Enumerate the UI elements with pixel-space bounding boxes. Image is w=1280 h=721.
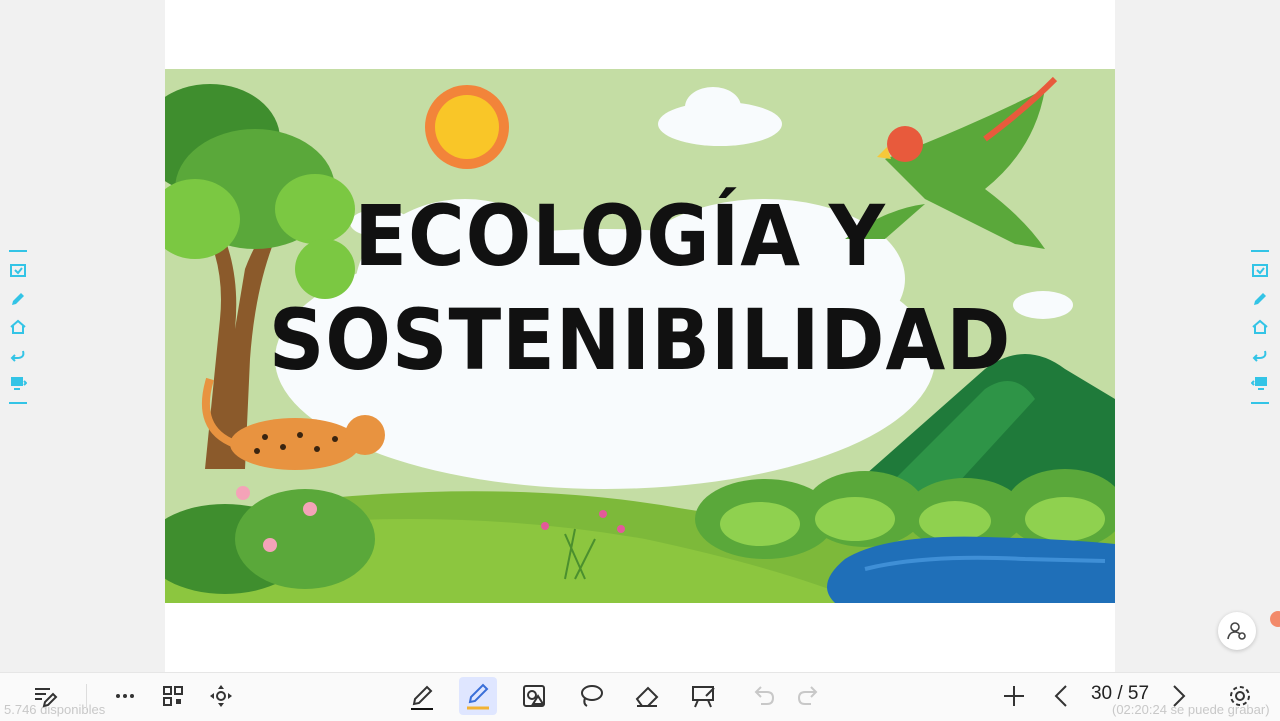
qr-code-icon xyxy=(163,686,183,706)
floating-record-dot[interactable] xyxy=(1270,611,1280,627)
previous-page-button[interactable] xyxy=(1044,678,1080,714)
pen-tool[interactable] xyxy=(404,678,440,714)
menu-divider xyxy=(9,402,27,404)
gear-icon xyxy=(1230,686,1250,706)
back-icon[interactable] xyxy=(9,346,27,364)
notes-edit-icon xyxy=(35,688,58,708)
move-button[interactable] xyxy=(203,678,239,714)
toolbar-separator xyxy=(86,684,87,710)
redo-icon xyxy=(797,686,818,705)
menu-divider xyxy=(1251,250,1269,252)
eraser-icon xyxy=(635,686,659,707)
more-dots-icon xyxy=(116,694,134,698)
shapes-icon xyxy=(523,685,545,707)
screen-icon[interactable] xyxy=(1251,374,1269,392)
lasso-tool[interactable] xyxy=(573,678,609,714)
menu-divider xyxy=(9,250,27,252)
pencil-icon xyxy=(411,685,433,710)
more-button[interactable] xyxy=(107,678,143,714)
user-gear-icon xyxy=(1227,622,1246,640)
slide-title-line1: ECOLOGÍA Y xyxy=(354,187,886,285)
pen-icon[interactable] xyxy=(1251,290,1269,308)
board-tool[interactable] xyxy=(686,678,722,714)
left-side-menu xyxy=(9,250,27,404)
back-icon[interactable] xyxy=(1251,346,1269,364)
settings-button[interactable] xyxy=(1222,678,1258,714)
undo-icon xyxy=(754,686,775,705)
right-side-menu xyxy=(1251,250,1269,404)
chevron-right-icon xyxy=(1173,685,1186,707)
move-arrows-icon xyxy=(210,685,232,707)
slide-canvas: ECOLOGÍA Y SOSTENIBILIDAD xyxy=(165,69,1115,603)
home-icon[interactable] xyxy=(9,318,27,336)
screen-icon[interactable] xyxy=(9,374,27,392)
plus-icon xyxy=(1004,686,1024,706)
bushes-left xyxy=(165,486,375,594)
highlighter-icon xyxy=(467,683,489,710)
highlighter-tool[interactable] xyxy=(459,677,497,715)
undo-button[interactable] xyxy=(745,678,781,714)
next-page-button[interactable] xyxy=(1160,678,1196,714)
chevron-left-icon xyxy=(1054,685,1067,707)
page-counter: 30 / 57 xyxy=(1090,683,1150,704)
shapes-tool[interactable] xyxy=(516,678,552,714)
menu-divider xyxy=(1251,402,1269,404)
eraser-tool[interactable] xyxy=(629,678,665,714)
add-page-button[interactable] xyxy=(996,678,1032,714)
sun-illustration xyxy=(425,85,509,169)
slides-icon[interactable] xyxy=(9,262,27,280)
qr-button[interactable] xyxy=(155,678,191,714)
slides-icon[interactable] xyxy=(1251,262,1269,280)
lasso-icon xyxy=(581,685,603,707)
slide-title-line2: SOSTENIBILIDAD xyxy=(268,291,1012,389)
whiteboard-icon xyxy=(692,686,715,708)
home-icon[interactable] xyxy=(1251,318,1269,336)
user-settings-button[interactable] xyxy=(1218,612,1256,650)
redo-button[interactable] xyxy=(791,678,827,714)
notes-button[interactable] xyxy=(26,678,62,714)
pen-icon[interactable] xyxy=(9,290,27,308)
